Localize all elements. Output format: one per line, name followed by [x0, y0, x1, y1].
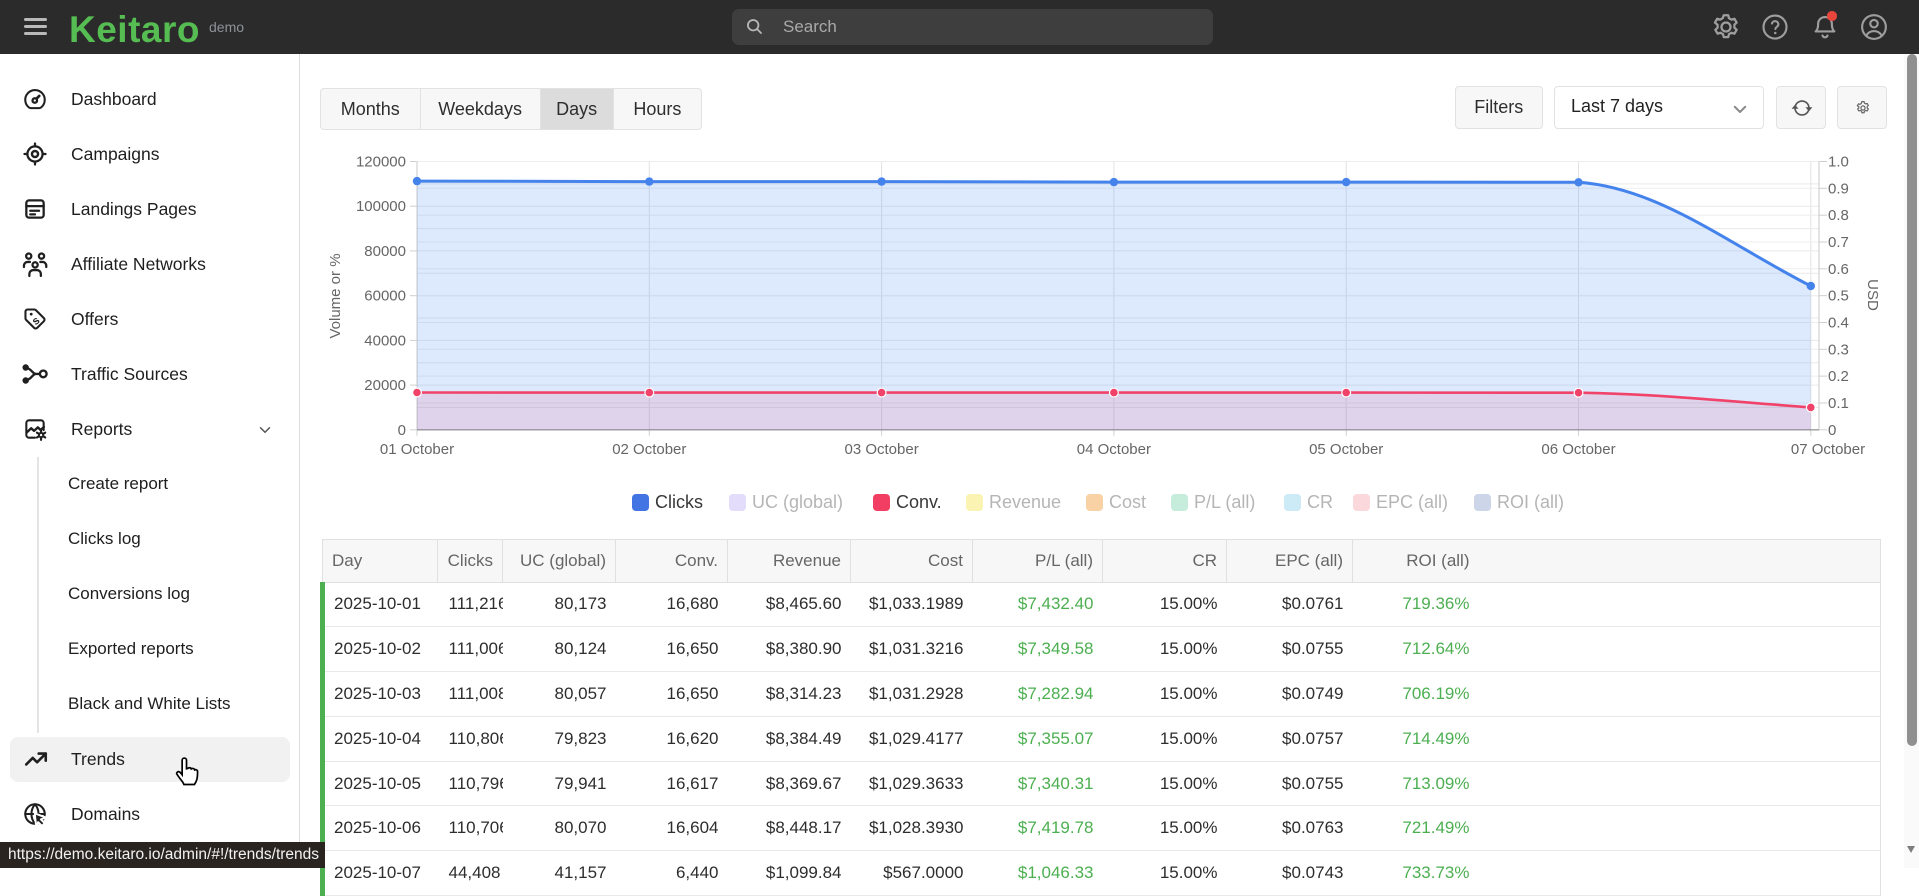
- svg-text:0.5: 0.5: [1828, 288, 1849, 305]
- svg-text:20000: 20000: [364, 377, 406, 394]
- svg-text:80000: 80000: [364, 243, 406, 260]
- svg-text:0.6: 0.6: [1828, 261, 1849, 278]
- svg-text:60000: 60000: [364, 288, 406, 305]
- svg-text:0.3: 0.3: [1828, 341, 1849, 358]
- svg-text:02 October: 02 October: [612, 441, 686, 458]
- svg-text:0.4: 0.4: [1828, 315, 1849, 332]
- svg-text:1.0: 1.0: [1828, 154, 1849, 171]
- svg-text:03 October: 03 October: [844, 441, 918, 458]
- svg-text:04 October: 04 October: [1077, 441, 1151, 458]
- svg-text:100000: 100000: [356, 198, 406, 215]
- svg-text:06 October: 06 October: [1541, 441, 1615, 458]
- svg-text:0.9: 0.9: [1828, 180, 1849, 197]
- svg-text:0: 0: [398, 422, 406, 439]
- svg-text:07 October: 07 October: [1791, 441, 1865, 458]
- svg-text:Volume or %: Volume or %: [327, 253, 344, 338]
- svg-text:40000: 40000: [364, 332, 406, 349]
- svg-text:0.2: 0.2: [1828, 368, 1849, 385]
- svg-text:0.1: 0.1: [1828, 395, 1849, 412]
- svg-text:05 October: 05 October: [1309, 441, 1383, 458]
- svg-text:USD: USD: [1864, 279, 1881, 311]
- svg-text:120000: 120000: [356, 154, 406, 171]
- svg-text:0: 0: [1828, 422, 1836, 439]
- svg-text:01 October: 01 October: [380, 441, 454, 458]
- svg-text:0.7: 0.7: [1828, 234, 1849, 251]
- svg-text:0.8: 0.8: [1828, 207, 1849, 224]
